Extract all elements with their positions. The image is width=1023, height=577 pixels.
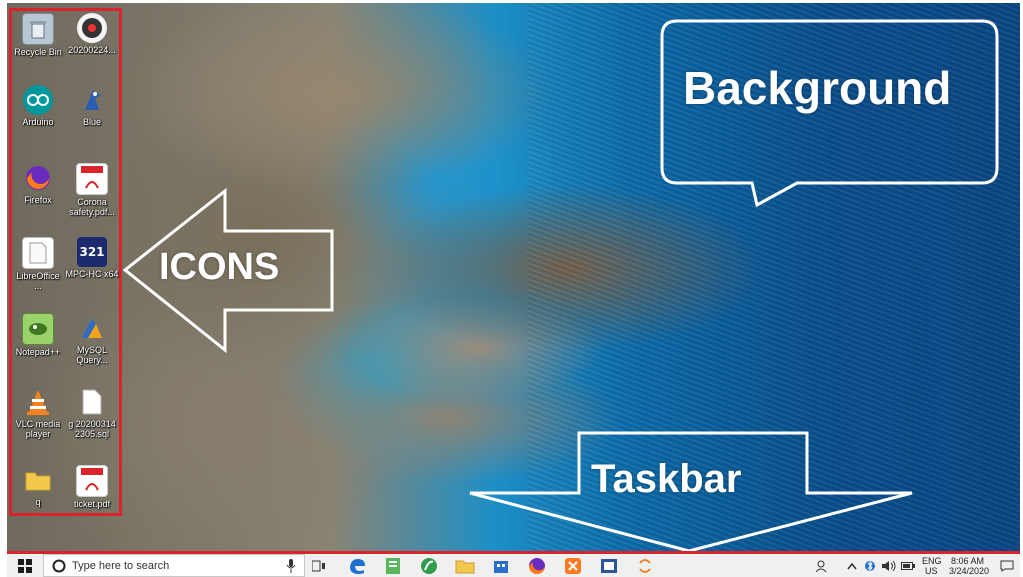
- desktop-icon-label: Blue: [82, 117, 101, 127]
- desktop-icon-label: MySQL Query...: [76, 345, 108, 365]
- file-icon: [77, 387, 107, 417]
- notification-icon: [1000, 560, 1014, 572]
- desktop-icon-q-folder[interactable]: q: [8, 463, 68, 533]
- notepad-icon: [386, 558, 400, 574]
- desktop-icon-media-file[interactable]: 20200224...: [62, 11, 122, 81]
- desktop-icon-mpc-hc[interactable]: 321 MPC-HC x64: [62, 235, 122, 305]
- vlc-icon: [23, 387, 53, 417]
- taskbar-app-store[interactable]: [487, 555, 515, 577]
- taskbar-app-generic[interactable]: [415, 555, 443, 577]
- desktop-icon-label: LibreOffice ...: [16, 271, 60, 291]
- desktop-icon-sql-file[interactable]: g 20200314 2305.sql: [62, 385, 122, 455]
- app-switch-icon: [639, 559, 651, 573]
- firefox-icon: [529, 558, 545, 574]
- app-icon: [421, 558, 437, 574]
- desktop-icon-mysql[interactable]: MySQL Query...: [62, 311, 122, 381]
- battery-button[interactable]: [899, 555, 917, 577]
- clock[interactable]: 8:06 AM 3/24/2020: [949, 556, 997, 576]
- start-button[interactable]: [11, 555, 39, 577]
- media-file-icon: [77, 13, 107, 43]
- task-view-icon: [312, 560, 325, 572]
- background-callout-label: Background: [683, 62, 952, 114]
- desktop-icon-vlc[interactable]: VLC media player: [8, 385, 68, 455]
- taskbar-search-box[interactable]: Type here to search: [43, 554, 305, 577]
- clock-date: 3/24/2020: [949, 566, 990, 576]
- bluetooth-button[interactable]: [861, 555, 879, 577]
- firefox-icon: [23, 163, 53, 193]
- battery-icon: [901, 562, 915, 570]
- notepad-plus-plus-icon: [22, 313, 54, 345]
- taskbar-app-notepad[interactable]: [379, 555, 407, 577]
- desktop-icon-label: Recycle Bin: [14, 47, 62, 57]
- xampp-icon: [565, 558, 581, 574]
- app-store-icon: [494, 561, 508, 573]
- folder-icon: [23, 465, 53, 495]
- people-button[interactable]: [813, 555, 833, 577]
- desktop-background[interactable]: ICONS Background Taskbar: [7, 3, 1020, 551]
- speaker-icon: [882, 560, 896, 572]
- document-icon: [22, 237, 54, 269]
- taskbar-app-file-explorer[interactable]: [451, 555, 479, 577]
- task-view-button[interactable]: [305, 555, 333, 577]
- pdf-icon: [76, 465, 108, 497]
- bluej-icon: [77, 85, 107, 115]
- desktop-icon-label: Notepad++: [15, 347, 61, 357]
- search-placeholder: Type here to search: [72, 560, 170, 572]
- screenshot-frame: ICONS Background Taskbar Recycle Bin 202…: [0, 0, 1023, 577]
- file-explorer-icon: [455, 560, 475, 574]
- desktop-icon-bluej[interactable]: Blue: [62, 83, 122, 153]
- taskbar-app-firefox[interactable]: [523, 555, 551, 577]
- cortana-circle-icon: [52, 559, 66, 573]
- desktop-icon-firefox[interactable]: Firefox: [8, 161, 68, 231]
- show-hidden-icons-button[interactable]: [843, 555, 861, 577]
- language-indicator[interactable]: ENG US: [920, 556, 946, 576]
- mysql-icon: [77, 313, 107, 343]
- desktop-icon-recycle-bin[interactable]: Recycle Bin: [8, 11, 68, 81]
- desktop-icon-label: ticket.pdf: [73, 499, 111, 509]
- desktop-icon-notepad-plus-plus[interactable]: Notepad++: [8, 311, 68, 381]
- microphone-icon[interactable]: [286, 559, 296, 573]
- desktop-icons-highlight: Recycle Bin 20200224... Arduino Blue Fir…: [9, 8, 122, 516]
- taskbar: Type here to search ENG US 8:06 AM 3/24/…: [7, 551, 1020, 577]
- people-icon: [816, 560, 827, 572]
- desktop-icon-label: MPC-HC x64: [65, 269, 119, 279]
- language-code: ENG: [922, 556, 942, 566]
- taskbar-app-edge[interactable]: [343, 555, 371, 577]
- desktop-icon-label: Corona safety.pdf...: [69, 197, 115, 217]
- desktop-icon-corona-pdf[interactable]: Corona safety.pdf...: [62, 161, 122, 231]
- desktop-icon-label: Arduino: [22, 117, 54, 127]
- clock-time: 8:06 AM: [951, 556, 985, 566]
- desktop-icon-label: Firefox: [24, 195, 52, 205]
- taskbar-app-switch[interactable]: [631, 555, 659, 577]
- mpc-hc-icon: 321: [77, 237, 107, 267]
- windows-logo-icon: [18, 559, 32, 573]
- edge-icon: [350, 559, 365, 574]
- word-icon: [601, 559, 617, 573]
- desktop-icon-label: q: [35, 497, 41, 507]
- desktop-icon-libreoffice[interactable]: LibreOffice ...: [8, 235, 68, 305]
- arduino-icon: [23, 85, 53, 115]
- volume-button[interactable]: [879, 555, 899, 577]
- desktop-icon-ticket-pdf[interactable]: ticket.pdf: [62, 463, 122, 533]
- desktop-icon-label: 20200224...: [68, 45, 116, 55]
- chevron-up-icon: [847, 562, 857, 570]
- taskbar-app-xampp[interactable]: [559, 555, 587, 577]
- bluetooth-icon: [865, 560, 875, 572]
- desktop-icon-label: VLC media player: [15, 419, 61, 439]
- taskbar-callout-label: Taskbar: [591, 457, 742, 501]
- pdf-icon: [76, 163, 108, 195]
- desktop-icon-arduino[interactable]: Arduino: [8, 83, 68, 153]
- icons-callout-label: ICONS: [159, 246, 280, 288]
- region-code: US: [925, 566, 938, 576]
- taskbar-app-word[interactable]: [595, 555, 623, 577]
- desktop-icon-label: g 20200314 2305.sql: [68, 419, 116, 439]
- action-center-button[interactable]: [997, 555, 1017, 577]
- recycle-bin-icon: [22, 13, 54, 45]
